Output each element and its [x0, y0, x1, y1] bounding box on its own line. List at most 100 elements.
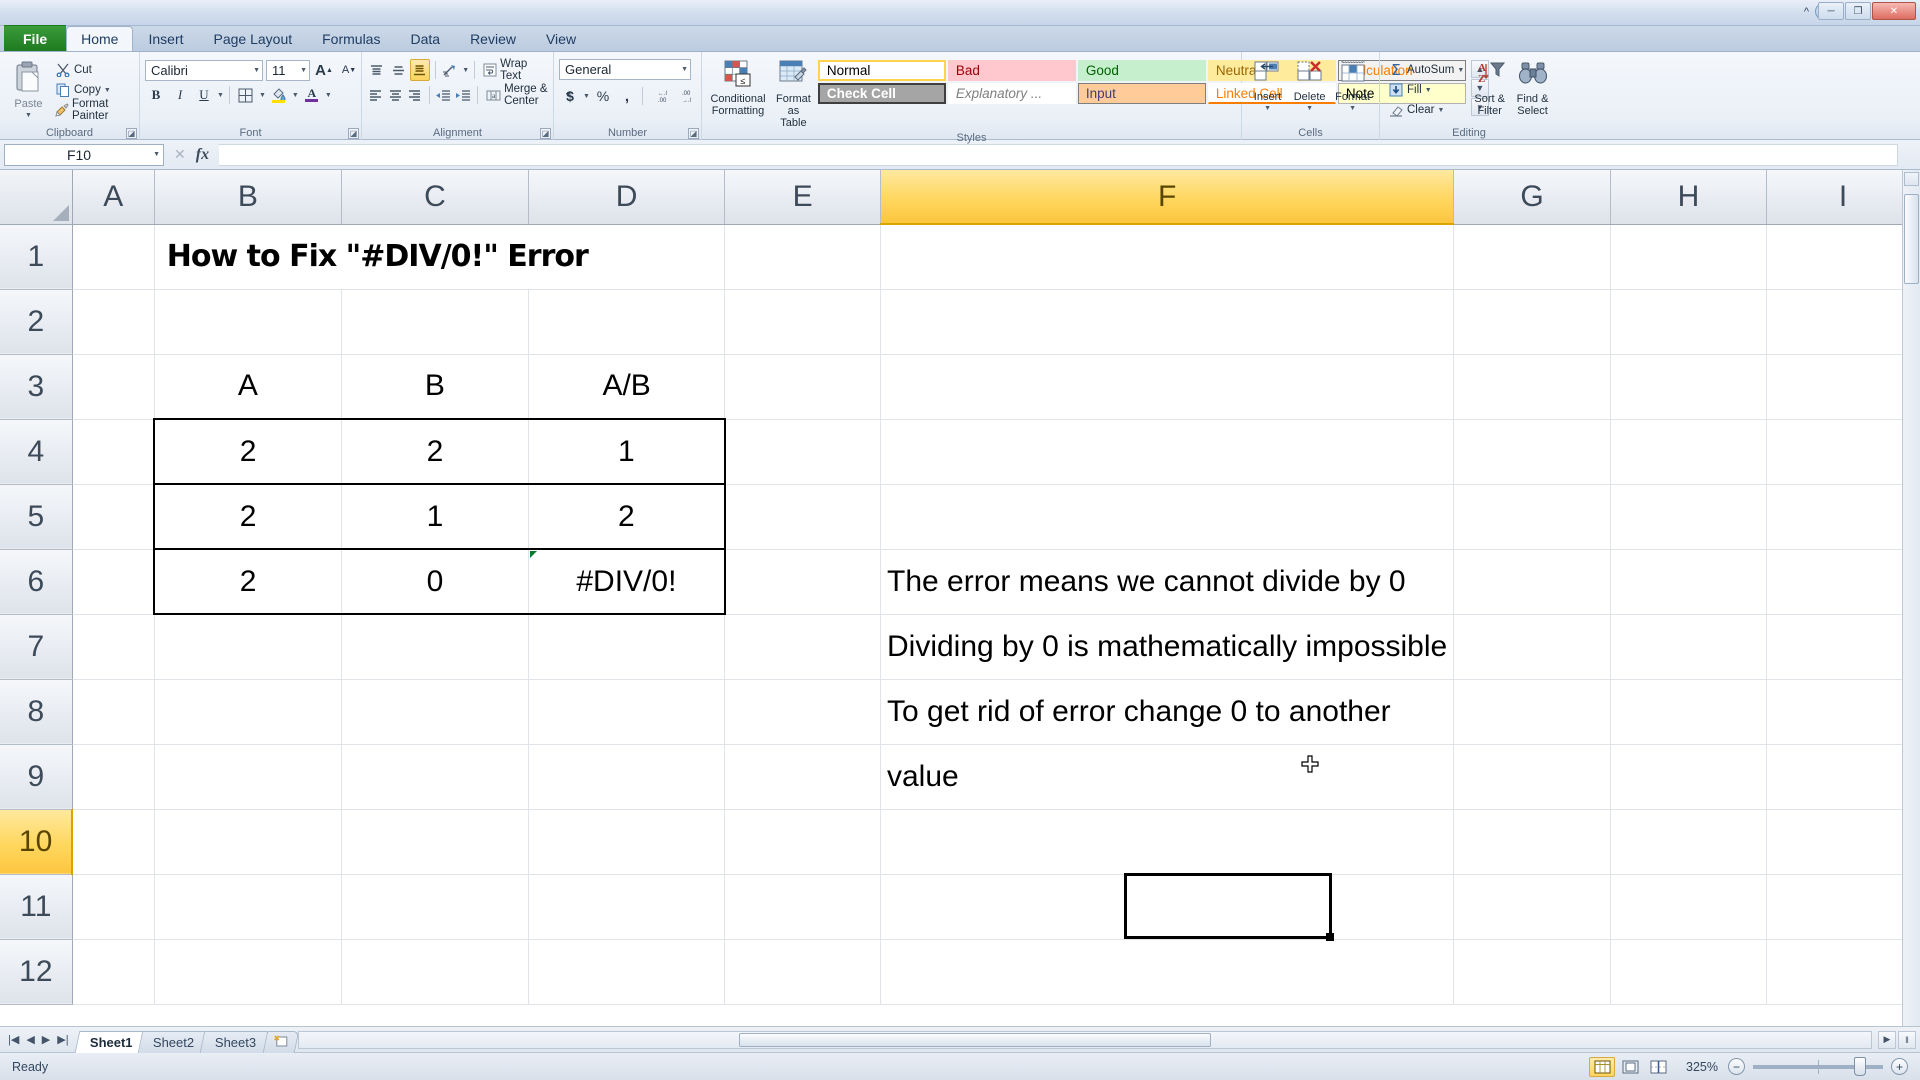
cell-f3[interactable] [880, 354, 1455, 420]
cell-g11[interactable] [1453, 874, 1611, 940]
cell-f9[interactable]: value [880, 744, 1455, 810]
cell-b10[interactable] [154, 809, 342, 875]
insert-cells-caret[interactable]: ▼ [1264, 103, 1271, 115]
cell-h5[interactable] [1610, 484, 1768, 550]
cell-c12[interactable] [341, 939, 529, 1005]
cell-h7[interactable] [1610, 614, 1768, 680]
cell-c5[interactable]: 1 [341, 483, 529, 550]
row-header-12[interactable]: 12 [0, 939, 73, 1005]
zoom-slider[interactable] [1753, 1056, 1883, 1076]
cell-g10[interactable] [1453, 809, 1611, 875]
copy-dropdown-caret[interactable]: ▼ [104, 87, 111, 94]
cell-c7[interactable] [341, 614, 529, 680]
cell-b9[interactable] [154, 744, 342, 810]
cell-b6[interactable]: 2 [153, 548, 342, 615]
tab-data[interactable]: Data [395, 26, 455, 51]
row-header-3[interactable]: 3 [0, 354, 73, 420]
cell-f1[interactable] [880, 224, 1455, 290]
font-dialog-launcher[interactable]: ◪ [348, 128, 359, 139]
style-input[interactable]: Input [1077, 83, 1206, 104]
name-box-caret[interactable]: ▼ [153, 151, 160, 158]
orientation-button[interactable] [441, 59, 461, 81]
normal-view-button[interactable] [1589, 1056, 1616, 1077]
formula-input[interactable] [219, 143, 1898, 166]
cell-c11[interactable] [341, 874, 529, 940]
number-format-combo[interactable]: General ▼ [559, 59, 691, 80]
row-header-6[interactable]: 6 [0, 549, 73, 615]
cell-i7[interactable] [1766, 614, 1920, 680]
cell-c8[interactable] [341, 679, 529, 745]
cut-button[interactable]: Cut [52, 60, 134, 80]
borders-caret[interactable]: ▼ [259, 92, 266, 99]
cell-f4[interactable] [880, 419, 1455, 485]
zoom-slider-handle[interactable] [1854, 1056, 1867, 1076]
restore-button[interactable]: ❐ [1845, 2, 1871, 20]
page-break-view-button[interactable] [1645, 1057, 1671, 1077]
align-right-button[interactable] [406, 84, 424, 106]
italic-button[interactable]: I [169, 84, 191, 106]
column-header-h[interactable]: H [1610, 170, 1768, 225]
cell-g2[interactable] [1453, 289, 1611, 355]
fill-button[interactable]: Fill ▼ [1385, 80, 1467, 100]
cell-b12[interactable] [154, 939, 342, 1005]
font-size-caret[interactable]: ▼ [294, 67, 307, 74]
cell-g9[interactable] [1453, 744, 1611, 810]
cell-b11[interactable] [154, 874, 342, 940]
cell-e11[interactable] [724, 874, 881, 940]
conditional-formatting-button[interactable]: ≤ Conditional Formatting [707, 58, 769, 119]
copy-button[interactable]: Copy ▼ [52, 80, 134, 100]
cell-d4[interactable]: 1 [528, 418, 726, 485]
format-cells-caret[interactable]: ▼ [1349, 103, 1356, 115]
cell-f7[interactable]: Dividing by 0 is mathematically impossib… [880, 614, 1455, 680]
tab-home[interactable]: Home [66, 26, 134, 51]
number-dialog-launcher[interactable]: ◪ [688, 128, 699, 139]
cell-e2[interactable] [724, 289, 881, 355]
cell-e10[interactable] [724, 809, 881, 875]
cell-a11[interactable] [72, 874, 155, 940]
cell-f2[interactable] [880, 289, 1455, 355]
clear-caret[interactable]: ▼ [1437, 107, 1444, 114]
hscroll-right-arrow[interactable]: ▶ [1878, 1030, 1896, 1049]
select-all-corner[interactable] [0, 170, 73, 225]
cell-b8[interactable] [154, 679, 342, 745]
cell-f11[interactable] [880, 874, 1455, 940]
cell-c4[interactable]: 2 [341, 418, 529, 485]
align-left-button[interactable] [367, 84, 385, 106]
align-middle-button[interactable] [389, 59, 409, 81]
row-header-4[interactable]: 4 [0, 419, 73, 485]
cell-h8[interactable] [1610, 679, 1768, 745]
cell-a12[interactable] [72, 939, 155, 1005]
row-header-1[interactable]: 1 [0, 224, 73, 290]
style-bad[interactable]: Bad [947, 60, 1076, 81]
cell-e5[interactable] [724, 484, 881, 550]
cell-g5[interactable] [1453, 484, 1611, 550]
style-good[interactable]: Good [1077, 60, 1206, 81]
cell-h12[interactable] [1610, 939, 1768, 1005]
cell-a1[interactable] [72, 224, 155, 290]
accounting-caret[interactable]: ▼ [583, 93, 590, 100]
insert-worksheet-button[interactable] [262, 1030, 299, 1053]
cell-d6[interactable]: #DIV/0! [528, 548, 726, 615]
next-sheet-button[interactable]: ▶ [42, 1033, 50, 1046]
cell-h6[interactable] [1610, 549, 1768, 615]
prev-sheet-button[interactable]: ◀ [26, 1033, 34, 1046]
cell-f12[interactable] [880, 939, 1455, 1005]
column-header-f[interactable]: F [880, 170, 1455, 225]
cell-d10[interactable] [528, 809, 726, 875]
cell-e6[interactable] [724, 549, 881, 615]
cell-e9[interactable] [724, 744, 881, 810]
sheet-tab-sheet3[interactable]: Sheet3 [200, 1030, 272, 1053]
row-header-10[interactable]: 10 [0, 809, 74, 875]
font-name-combo[interactable]: Calibri ▼ [145, 59, 263, 81]
column-header-i[interactable]: I [1766, 170, 1920, 225]
cell-b5[interactable]: 2 [153, 483, 342, 550]
cell-a7[interactable] [72, 614, 155, 680]
fill-caret[interactable]: ▼ [1425, 87, 1432, 94]
delete-cells-caret[interactable]: ▼ [1306, 103, 1313, 115]
shrink-font-button[interactable]: A ▼ [338, 59, 360, 81]
ribbon-collapse-icon[interactable]: ^ [1804, 6, 1809, 18]
style-normal[interactable]: Normal [817, 60, 946, 81]
wrap-text-button[interactable]: Wrap Text [480, 58, 548, 82]
style-explanatory[interactable]: Explanatory ... [947, 83, 1076, 104]
sheet-tab-sheet1[interactable]: Sheet1 [74, 1030, 148, 1053]
